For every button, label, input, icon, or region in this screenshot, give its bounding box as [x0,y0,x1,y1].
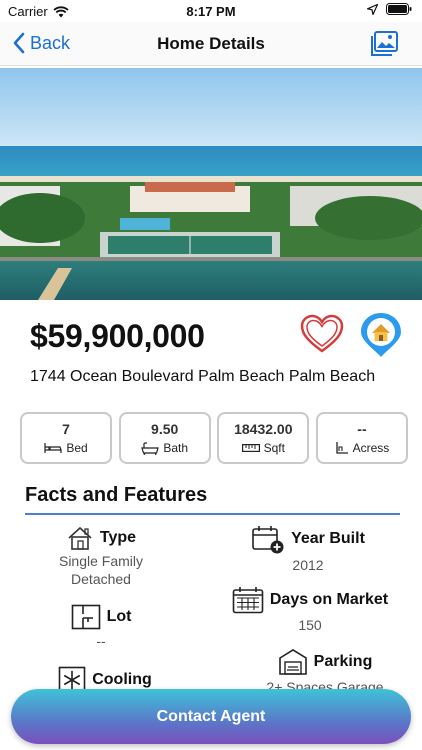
feature-label: Parking [313,653,373,670]
stat-value: 9.50 [151,421,179,437]
section-title: Facts and Features [25,484,208,506]
feature-label: Lot [106,608,132,625]
contact-agent-button[interactable]: Contact Agent [11,689,411,744]
price: $59,900,000 [30,318,205,354]
stat-acres: -- Acress [315,412,408,464]
stat-value: 7 [62,421,70,437]
heart-icon[interactable] [300,314,344,354]
floorplan-icon [71,604,100,630]
feature-type: Type Single Family Detached [40,526,162,588]
nav-bar: Back Home Details [0,22,422,66]
feature-label: Year Built [291,530,365,547]
stat-label-group: Acress [335,441,390,455]
stat-label: Sqft [263,441,285,455]
calendar-plus-icon [252,526,284,554]
feature-lot: Lot -- [60,604,142,650]
location-arrow-icon [367,3,378,15]
stat-label-group: Bed [44,441,88,455]
house-icon [68,526,92,550]
area-icon [335,442,348,454]
calendar-grid-icon [232,587,264,614]
stat-value: -- [357,421,367,437]
feature-head: Type [66,526,136,550]
feature-value: Single Family Detached [58,553,144,587]
stats-row: 7 Bed 9.50 Bath 18432.00 Sqft -- Acress [20,412,408,464]
stat-label: Bed [66,441,88,455]
status-bar: Carrier 8:17 PM [0,0,422,22]
feature-value: 150 [298,617,322,633]
feature-value: -- [96,633,106,649]
property-photo[interactable] [0,68,422,300]
feature-head: Days on Market [232,586,388,614]
feature-label: Days on Market [269,591,389,608]
page-title: Home Details [157,34,265,53]
gallery-icon[interactable] [370,30,400,58]
feature-value: 2012 [292,557,324,573]
garage-icon [278,649,307,675]
stat-sqft: 18432.00 Sqft [217,412,310,464]
feature-head: Lot [71,604,132,630]
stat-bed: 7 Bed [20,412,112,464]
battery-icon [386,3,412,15]
feature-head: Parking [278,648,373,676]
stat-label: Bath [163,441,188,455]
ruler-icon [241,444,260,453]
address: 1744 Ocean Boulevard Palm Beach Palm Bea… [30,368,376,385]
feature-days-on-market: Days on Market 150 [230,586,390,634]
bathtub-icon [141,441,160,455]
section-divider [25,513,400,515]
stat-value: 18432.00 [234,421,293,437]
status-time: 8:17 PM [186,4,236,19]
stat-bath: 9.50 Bath [118,412,211,464]
status-right-icons [367,3,412,15]
feature-label: Type [99,529,137,546]
feature-head: Year Built [251,524,365,554]
bed-icon [44,443,62,453]
stat-label-group: Bath [141,441,188,455]
stat-label: Acress [352,441,390,455]
home-pin-icon[interactable] [359,311,403,359]
feature-label: Cooling [92,671,152,688]
feature-year-built: Year Built 2012 [246,524,370,574]
stat-label-group: Sqft [241,441,285,455]
